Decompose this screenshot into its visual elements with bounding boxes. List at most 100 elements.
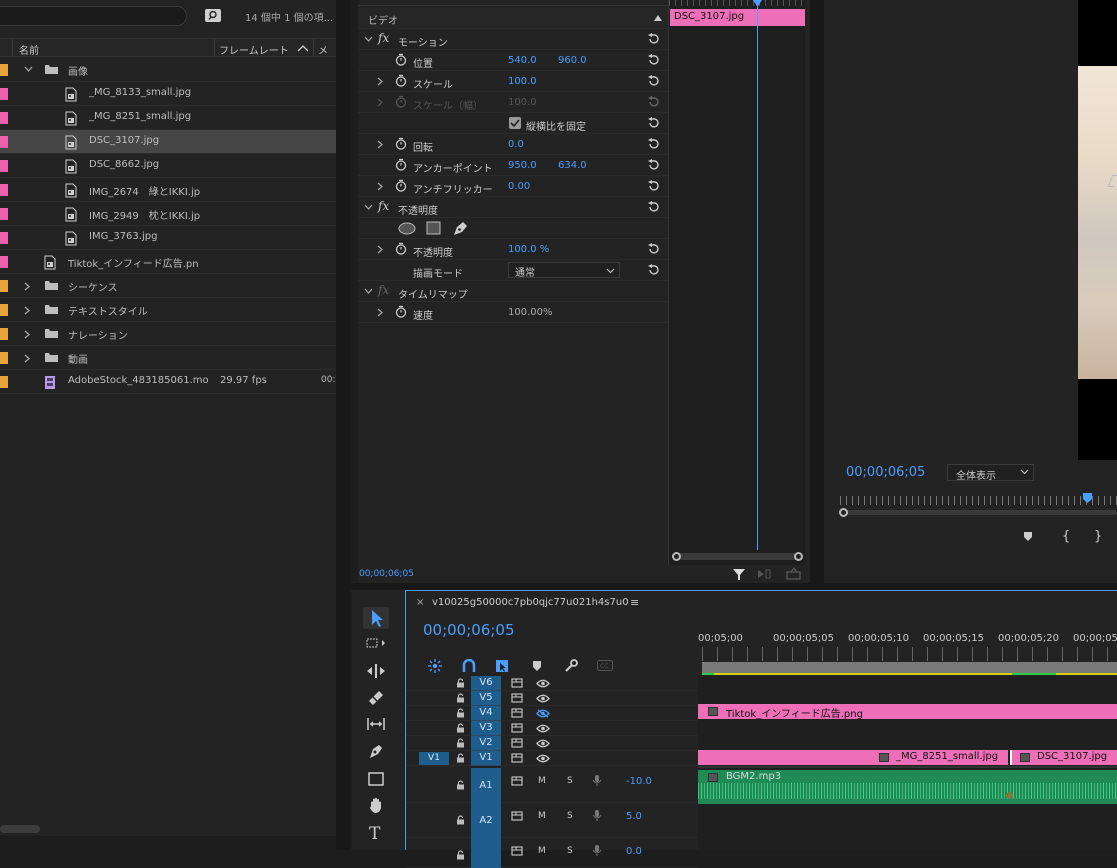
stopwatch-icon[interactable] [395,242,407,255]
project-item-row[interactable]: DSC_8662.jpg [0,154,336,178]
sync-lock-icon[interactable] [511,846,523,856]
marker-icon[interactable] [1023,531,1033,542]
reset-icon[interactable] [647,201,660,213]
linked-selection-icon[interactable] [495,659,509,673]
eye-icon[interactable] [536,679,550,688]
track-target[interactable]: V3 [471,721,501,736]
fx-icon[interactable]: fx [378,283,389,297]
fx-icon[interactable]: fx [378,31,389,45]
filter-icon[interactable] [732,567,746,581]
opacity-effect[interactable]: fx 不透明度 [358,197,668,218]
clip-v4[interactable]: Tiktok_インフィード広告.png [698,704,1117,720]
project-item-row[interactable]: DSC_3107.jpg [0,130,336,154]
program-scrollbar[interactable] [839,508,1117,517]
eye-hidden-icon[interactable] [536,709,550,718]
opacity-property[interactable]: 不透明度 100.0 % [358,239,668,260]
lock-icon[interactable] [456,723,465,733]
video-track-header[interactable]: V4 [406,706,698,721]
chevron-down-icon[interactable] [364,288,373,295]
program-ruler[interactable] [840,496,1117,505]
microphone-icon[interactable] [592,809,602,822]
stopwatch-icon[interactable] [395,158,407,171]
zoom-select[interactable]: 全体表示 [947,464,1034,482]
property-value-2[interactable]: 634.0 [558,160,587,171]
label-color-swatch[interactable] [0,64,8,76]
reset-icon[interactable] [647,159,660,171]
stopwatch-icon[interactable] [395,179,407,192]
project-folder-row[interactable]: テキストスタイル [0,298,336,322]
track-target[interactable]: A1 [471,768,501,803]
audio-track-header[interactable]: M S 0.0 [406,838,698,868]
project-folder-row[interactable]: 画像 [0,58,336,82]
property-value[interactable]: 0.0 [508,139,524,150]
track-volume[interactable]: 5.0 [626,811,642,822]
property-value[interactable]: 540.0 [508,55,537,66]
label-color-swatch[interactable] [0,232,8,244]
hand-tool-icon[interactable] [368,797,384,814]
project-folder-row[interactable]: シーケンス [0,274,336,298]
solo-button[interactable]: S [567,776,573,786]
clip-v1-a[interactable]: _MG_8251_small.jpg [698,750,1008,765]
reset-icon[interactable] [647,33,660,45]
video-section-header[interactable]: ビデオ [358,8,668,29]
track-target[interactable]: V1 [471,751,501,766]
reset-icon[interactable] [647,243,660,255]
play-only-audio-icon[interactable] [756,568,772,580]
project-item-row[interactable]: _MG_8251_small.jpg [0,106,336,130]
uniform-scale-checkbox[interactable]: 縦横比を固定 [358,113,668,134]
video-track-header[interactable]: V6 [406,676,698,691]
mute-button[interactable]: M [538,776,546,786]
track-target[interactable] [471,838,501,868]
sync-lock-icon[interactable] [511,678,523,688]
project-item-row[interactable]: Tiktok_インフィード広告.pn [0,250,336,274]
lock-icon[interactable] [456,678,465,688]
timeline-timecode[interactable]: 00;00;06;05 [423,621,515,639]
time-remap-effect[interactable]: fx タイムリマップ [358,281,668,302]
eye-icon[interactable] [536,754,550,763]
chevron-down-icon[interactable] [24,66,33,73]
project-item-row[interactable]: IMG_2949 枕とIKKI.jp [0,202,336,226]
rectangle-mask-icon[interactable] [426,221,441,235]
project-item-row[interactable]: IMG_3763.jpg [0,226,336,250]
label-color-swatch[interactable] [0,304,8,316]
horizontal-scrollbar[interactable] [0,825,40,833]
eye-icon[interactable] [536,739,550,748]
label-color-swatch[interactable] [0,328,8,340]
lock-icon[interactable] [456,693,465,703]
scale-property[interactable]: スケール 100.0 [358,71,668,92]
label-color-swatch[interactable] [0,280,8,292]
chevron-right-icon[interactable] [377,245,384,254]
sequence-tab[interactable]: v10025g50000c7pb0qjc77u021h4s7u0 [432,597,629,608]
audio-track-header[interactable]: A1 M S -10.0 [406,768,698,803]
microphone-icon[interactable] [592,774,602,787]
source-patch[interactable]: V1 [419,752,449,765]
add-marker-icon[interactable] [532,660,542,672]
clip-v1-b[interactable]: DSC_3107.jpg [1010,750,1117,765]
stopwatch-icon[interactable] [395,137,407,150]
label-color-swatch[interactable] [0,256,8,268]
pen-mask-icon[interactable] [453,221,468,236]
chevron-right-icon[interactable] [24,354,31,363]
close-sequence-icon[interactable]: × [416,597,424,608]
chevron-right-icon[interactable] [377,182,384,191]
work-area-bar[interactable] [702,662,1117,675]
rectangle-tool-icon[interactable] [368,772,384,786]
stopwatch-icon[interactable] [395,53,407,66]
video-track-header[interactable]: V5 [406,691,698,706]
blend-mode-property[interactable]: 描画モード 通常 [358,260,668,281]
ec-zoom-bar[interactable] [672,552,803,561]
razor-tool-icon[interactable] [367,689,385,705]
sync-lock-icon[interactable] [511,776,523,786]
chevron-right-icon[interactable] [24,282,31,291]
speed-property[interactable]: 速度 100.00% [358,302,668,323]
pen-tool-icon[interactable] [368,743,384,759]
solo-button[interactable]: S [567,846,573,856]
property-value[interactable]: 0.00 [508,181,530,192]
reset-icon[interactable] [647,180,660,192]
sync-lock-icon[interactable] [511,708,523,718]
reset-icon[interactable] [647,75,660,87]
label-color-swatch[interactable] [0,136,8,148]
type-tool-icon[interactable]: T [369,824,380,844]
snap-icon[interactable] [462,659,476,673]
project-folder-row[interactable]: 動画 [0,346,336,370]
